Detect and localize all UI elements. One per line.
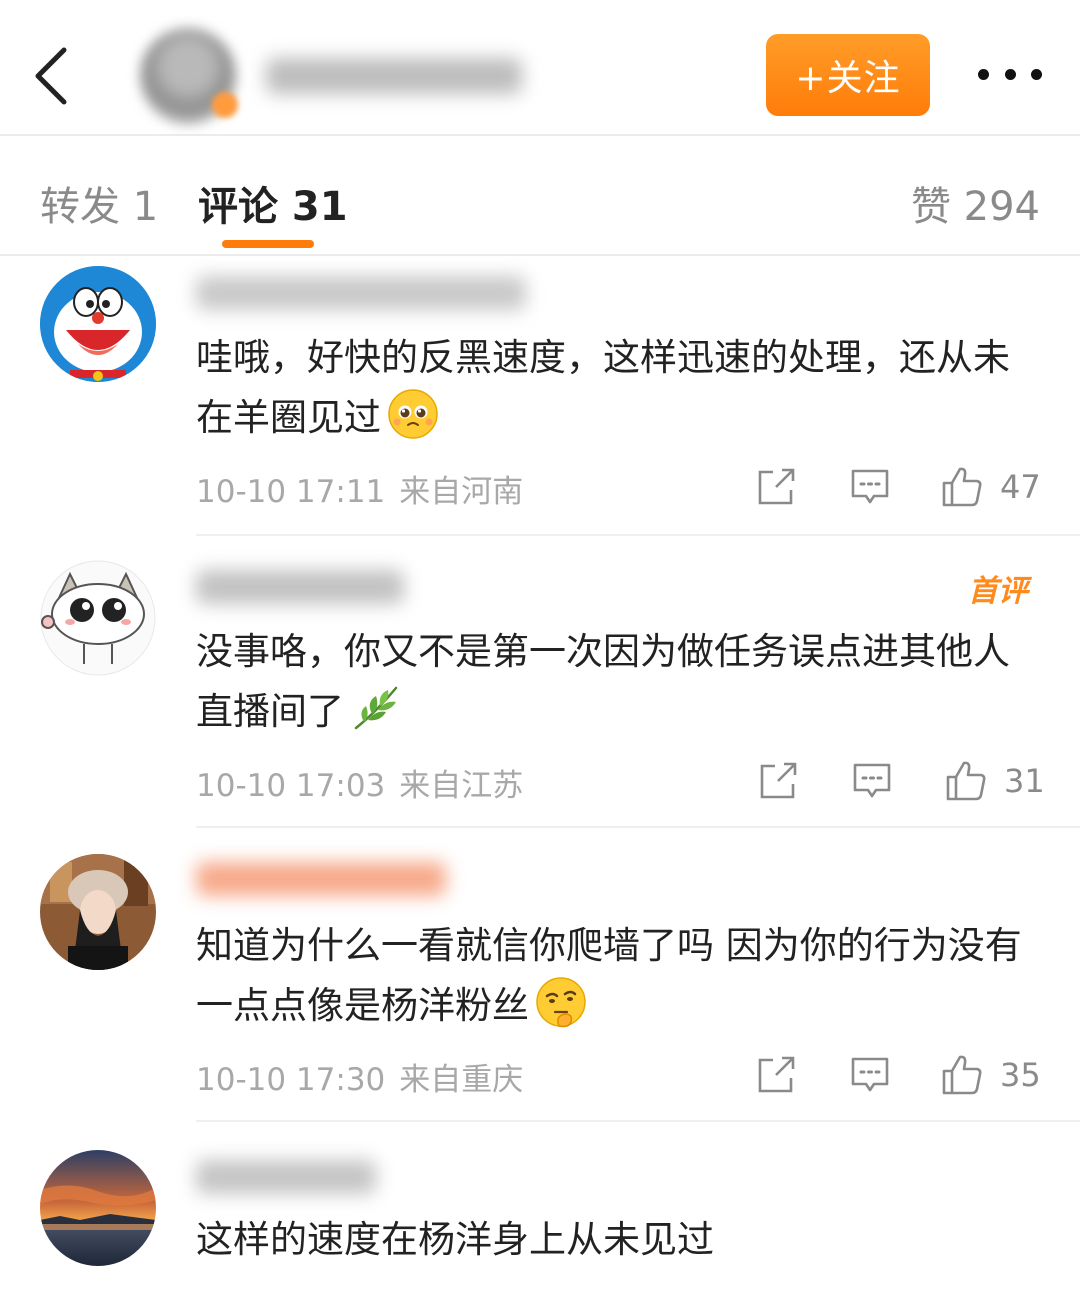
thinking-face-icon [536,977,586,1028]
reply-icon[interactable] [852,756,892,806]
tab-bar: 转发 1 评论 31 赞 294 [0,138,1080,256]
reply-icon[interactable] [850,462,890,512]
verified-badge-icon [212,92,238,118]
comment-text: 哇哦，好快的反黑速度，这样迅速的处理，还从未在羊圈见过 [196,328,1046,448]
like-count: 47 [1000,468,1041,506]
comment-text: 这样的速度在杨洋身上从未见过 [196,1210,1046,1270]
thumbs-up-icon [942,1055,982,1095]
comment-body: 没事咯，你又不是第一次因为做任务误点进其他人直播间了 [196,630,1010,733]
commenter-avatar[interactable] [40,854,156,970]
share-icon[interactable] [758,756,798,806]
like-button[interactable]: 47 [940,462,1041,512]
like-button[interactable]: 35 [940,1050,1041,1100]
comment-actions: 31 [0,756,1080,806]
commenter-avatar[interactable] [40,560,156,676]
comment-actions: 47 [0,462,1080,512]
comment-body: 哇哦，好快的反黑速度，这样迅速的处理，还从未在羊圈见过 [196,336,1010,439]
comment-divider [196,534,1080,536]
comment-text: 知道为什么一看就信你爬墙了吗 因为你的行为没有一点点像是杨洋粉丝 [196,916,1046,1036]
comment-item: 这样的速度在杨洋身上从未见过 [0,1146,1080,1293]
like-count: 31 [1004,762,1045,800]
reply-icon[interactable] [850,1050,890,1100]
comment-item: 知道为什么一看就信你爬墙了吗 因为你的行为没有一点点像是杨洋粉丝 10-10 1… [0,850,1080,1126]
comment-divider [196,826,1080,828]
leaf-sprig-icon [354,686,398,730]
comment-text: 没事咯，你又不是第一次因为做任务误点进其他人直播间了 [196,622,1046,742]
top-bar: +关注 [0,0,1080,136]
active-tab-indicator [222,240,314,248]
comment-actions: 35 [0,1050,1080,1100]
commenter-name-blurred[interactable] [196,862,446,896]
tab-comment[interactable]: 评论 31 [198,174,348,232]
author-name-blurred[interactable] [266,58,522,94]
like-button[interactable]: 31 [944,756,1045,806]
tab-repost[interactable]: 转发 1 [40,174,158,232]
commenter-avatar[interactable] [40,1150,156,1266]
commenter-avatar[interactable] [40,266,156,382]
comment-item: 哇哦，好快的反黑速度，这样迅速的处理，还从未在羊圈见过 10-10 17:11 来… [0,262,1080,538]
share-icon[interactable] [756,462,796,512]
follow-button[interactable]: +关注 [766,34,930,116]
more-options-icon[interactable] [974,58,1046,90]
like-count: 35 [1000,1056,1041,1094]
commenter-name-blurred[interactable] [196,1160,376,1194]
comment-item: 首评 没事咯，你又不是第一次因为做任务误点进其他人直播间了 10-10 17:0… [0,556,1080,832]
comment-body: 这样的速度在杨洋身上从未见过 [196,1218,714,1261]
commenter-name-blurred[interactable] [196,570,404,604]
comment-divider [196,1120,1080,1122]
pleading-face-icon [388,389,438,439]
commenter-name-blurred[interactable] [196,276,526,310]
back-arrow-icon[interactable] [30,44,74,108]
tab-like[interactable]: 赞 294 [911,174,1040,232]
first-comment-badge: 首评 [968,574,1028,609]
share-icon[interactable] [756,1050,796,1100]
thumbs-up-icon [942,467,982,507]
thumbs-up-icon [946,761,986,801]
comment-body: 知道为什么一看就信你爬墙了吗 因为你的行为没有一点点像是杨洋粉丝 [196,924,1022,1027]
